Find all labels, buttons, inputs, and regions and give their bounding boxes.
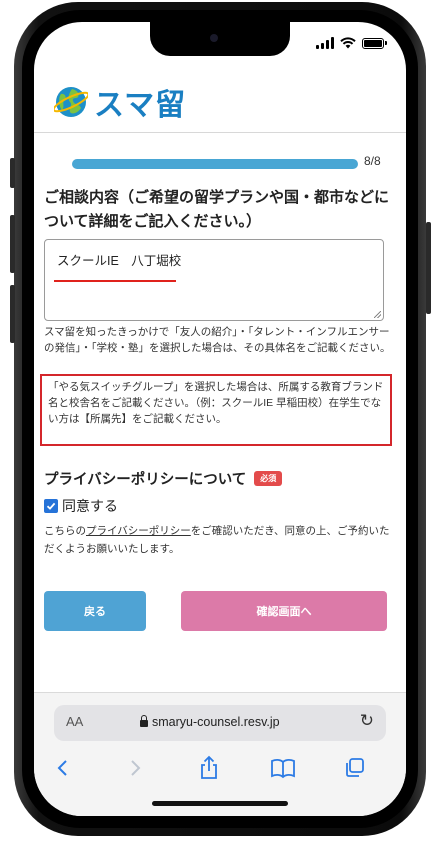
consultation-label: ご相談内容（ご希望の留学プランや国・都市などについて詳細をご記入ください。） <box>44 189 390 230</box>
url-text: smaryu-counsel.resv.jp <box>152 715 280 729</box>
confirm-button[interactable]: 確認画面へ <box>181 591 387 631</box>
logo[interactable]: スマ留 <box>54 80 186 124</box>
privacy-section-title: プライバシーポリシーについて 必須 <box>44 468 283 489</box>
share-icon[interactable] <box>194 753 224 783</box>
red-underline-annotation <box>54 280 176 282</box>
url-display[interactable]: smaryu-counsel.resv.jp <box>140 715 280 729</box>
side-button-right <box>426 222 431 314</box>
agree-label[interactable]: 同意する <box>62 496 118 516</box>
forward-arrow-icon[interactable] <box>120 753 150 783</box>
privacy-policy-link[interactable]: プライバシーポリシー <box>86 525 191 537</box>
side-button-left-2 <box>10 215 15 273</box>
help-text-yaruki: 「やる気スイッチグループ」を選択した場合は、所属する教育ブランド名と校舎名をご記… <box>48 381 384 425</box>
reader-aa-button[interactable]: AA <box>66 714 83 729</box>
side-button-left-1 <box>10 158 15 188</box>
home-indicator <box>152 801 288 806</box>
browser-toolbar: AA smaryu-counsel.resv.jp ↻ <box>34 692 406 816</box>
camera-dot <box>210 34 218 42</box>
checkmark-icon <box>46 502 56 510</box>
help-text-referral: スマ留を知ったきっかけで「友人の紹介」・「タレント・インフルエンサーの発信」・「… <box>44 326 391 354</box>
agree-checkbox[interactable] <box>44 499 58 513</box>
wifi-icon <box>340 37 356 49</box>
globe-icon <box>54 87 88 117</box>
reload-icon[interactable]: ↻ <box>360 711 374 731</box>
logo-text: スマ留 <box>94 89 187 122</box>
bookmarks-icon[interactable] <box>268 753 298 783</box>
required-badge: 必須 <box>254 471 283 486</box>
address-bar[interactable]: AA smaryu-counsel.resv.jp ↻ <box>54 705 386 741</box>
privacy-text: こちらのプライバシーポリシーをご確認いただき、同意の上、ご予約いただくようお願い… <box>44 522 394 558</box>
back-button[interactable]: 戻る <box>44 591 146 631</box>
browser-nav <box>34 753 406 783</box>
tabs-icon[interactable] <box>340 753 370 783</box>
side-button-left-3 <box>10 285 15 343</box>
highlighted-help-text: 「やる気スイッチグループ」を選択した場合は、所属する教育ブランド名と校舎名をご記… <box>40 374 392 446</box>
back-arrow-icon[interactable] <box>48 753 78 783</box>
phone-screen: スマ留 8/8 ご相談内容（ご希望の留学プランや国・都市などについて詳細をご記入… <box>34 22 406 816</box>
progress-text: 8/8 <box>364 154 381 168</box>
status-bar <box>316 36 387 50</box>
agree-checkbox-row[interactable]: 同意する <box>44 496 118 516</box>
privacy-text-before: こちらの <box>44 525 86 537</box>
notch <box>150 22 290 56</box>
battery-icon <box>362 37 387 49</box>
header-divider <box>34 132 406 133</box>
lock-icon <box>140 715 148 727</box>
progress-bar <box>72 159 358 169</box>
resize-grip-icon[interactable] <box>374 311 381 318</box>
privacy-title: プライバシーポリシーについて <box>44 472 247 488</box>
cellular-signal-icon <box>316 37 334 49</box>
